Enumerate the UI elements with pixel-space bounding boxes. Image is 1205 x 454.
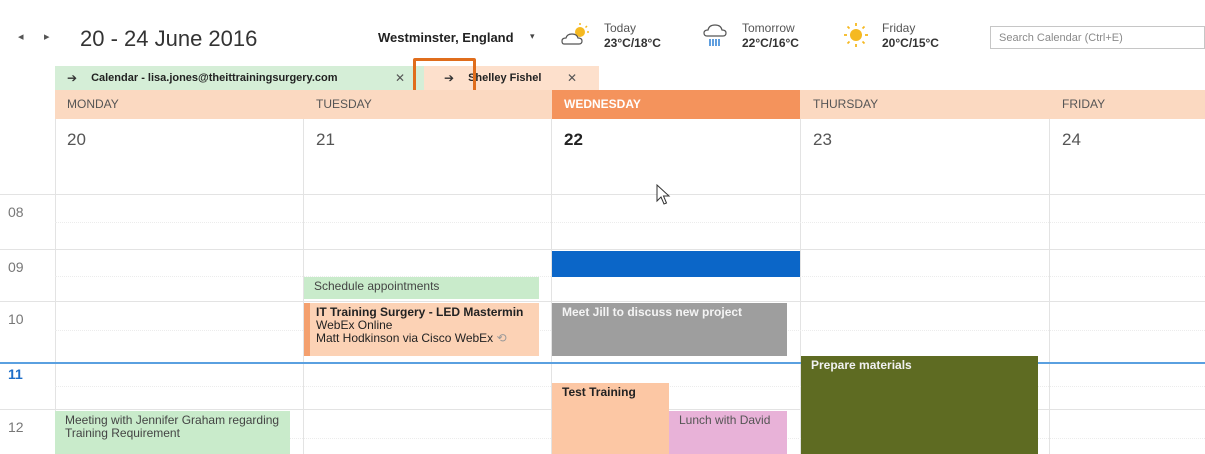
weather-friday-label: Friday	[882, 21, 916, 35]
event-title: Test Training	[562, 385, 636, 399]
next-week-icon[interactable]: ▸	[44, 30, 50, 44]
weather-location[interactable]: Westminster, England	[378, 30, 514, 45]
mouse-cursor-icon	[656, 184, 671, 205]
hour-label-current: 11	[8, 366, 23, 382]
weather-today-temp: 23°C/18°C	[604, 36, 661, 50]
event-it-training-surgery[interactable]: IT Training Surgery - LED Mastermin WebE…	[304, 303, 539, 356]
rain-icon	[703, 24, 727, 46]
column-divider	[1049, 119, 1050, 454]
weather-tomorrow-label: Tomorrow	[742, 21, 795, 35]
day-header-monday[interactable]: MONDAY	[55, 90, 303, 119]
hour-label: 10	[8, 311, 24, 327]
chevron-down-icon[interactable]: ▾	[530, 31, 535, 42]
day-number-friday[interactable]: 24	[1050, 130, 1081, 150]
tab-label: Shelley Fishel	[468, 72, 542, 84]
event-title: Prepare materials	[811, 358, 912, 372]
search-box[interactable]	[990, 26, 1205, 49]
weather-today-label: Today	[604, 21, 637, 35]
search-input[interactable]	[991, 27, 1204, 48]
weather-friday-temp: 20°C/15°C	[882, 36, 939, 50]
event-meeting-jennifer-graham[interactable]: Meeting with Jennifer Graham regarding T…	[55, 411, 290, 454]
event-title: Schedule appointments	[314, 279, 440, 293]
event-prepare-materials[interactable]: Prepare materials	[801, 356, 1038, 454]
event-title: Lunch with David	[679, 413, 771, 427]
event-meet-jill[interactable]: Meet Jill to discuss new project	[552, 303, 787, 356]
row-divider	[0, 194, 1205, 195]
event-lunch-with-david[interactable]: Lunch with David	[669, 411, 787, 454]
weather-tomorrow-temp: 22°C/16°C	[742, 36, 799, 50]
row-divider	[0, 249, 1205, 250]
partly-cloudy-icon	[561, 23, 589, 45]
row-divider	[0, 301, 1205, 302]
tab-calendar-lisa-jones[interactable]: ➔ Calendar - lisa.jones@theittrainingsur…	[55, 66, 424, 90]
event-test-training[interactable]: Test Training	[552, 383, 669, 454]
half-hour-divider	[55, 222, 1205, 223]
event-title: Meet Jill to discuss new project	[562, 305, 743, 319]
day-header-wednesday[interactable]: WEDNESDAY	[552, 90, 800, 119]
close-icon[interactable]: ✕	[567, 71, 577, 85]
event-organizer: Matt Hodkinson via Cisco WebEx ⟲	[316, 331, 507, 345]
day-number-wednesday[interactable]: 22	[552, 130, 583, 150]
day-header-tuesday[interactable]: TUESDAY	[304, 90, 552, 119]
sunny-icon	[844, 23, 868, 47]
event-schedule-appointments[interactable]: Schedule appointments	[304, 277, 539, 299]
hour-label: 12	[8, 419, 24, 435]
day-header-friday[interactable]: FRIDAY	[1050, 90, 1205, 119]
event-blue-block[interactable]	[552, 251, 800, 277]
day-number-monday[interactable]: 20	[55, 130, 86, 150]
day-number-thursday[interactable]: 23	[801, 130, 832, 150]
recurring-icon: ⟲	[496, 331, 507, 345]
tab-label: Calendar - lisa.jones@theittrainingsurge…	[91, 72, 338, 84]
previous-week-icon[interactable]: ◂	[18, 30, 24, 44]
hour-label: 09	[8, 259, 24, 275]
column-divider	[55, 119, 56, 454]
hour-label: 08	[8, 204, 24, 220]
date-range-title: 20 - 24 June 2016	[80, 26, 258, 51]
event-title: Meeting with Jennifer Graham regarding T…	[65, 413, 280, 440]
arrow-right-icon[interactable]: ➔	[67, 71, 77, 85]
day-number-tuesday[interactable]: 21	[304, 130, 335, 150]
close-icon[interactable]: ✕	[395, 71, 405, 85]
day-header-thursday[interactable]: THURSDAY	[801, 90, 1050, 119]
